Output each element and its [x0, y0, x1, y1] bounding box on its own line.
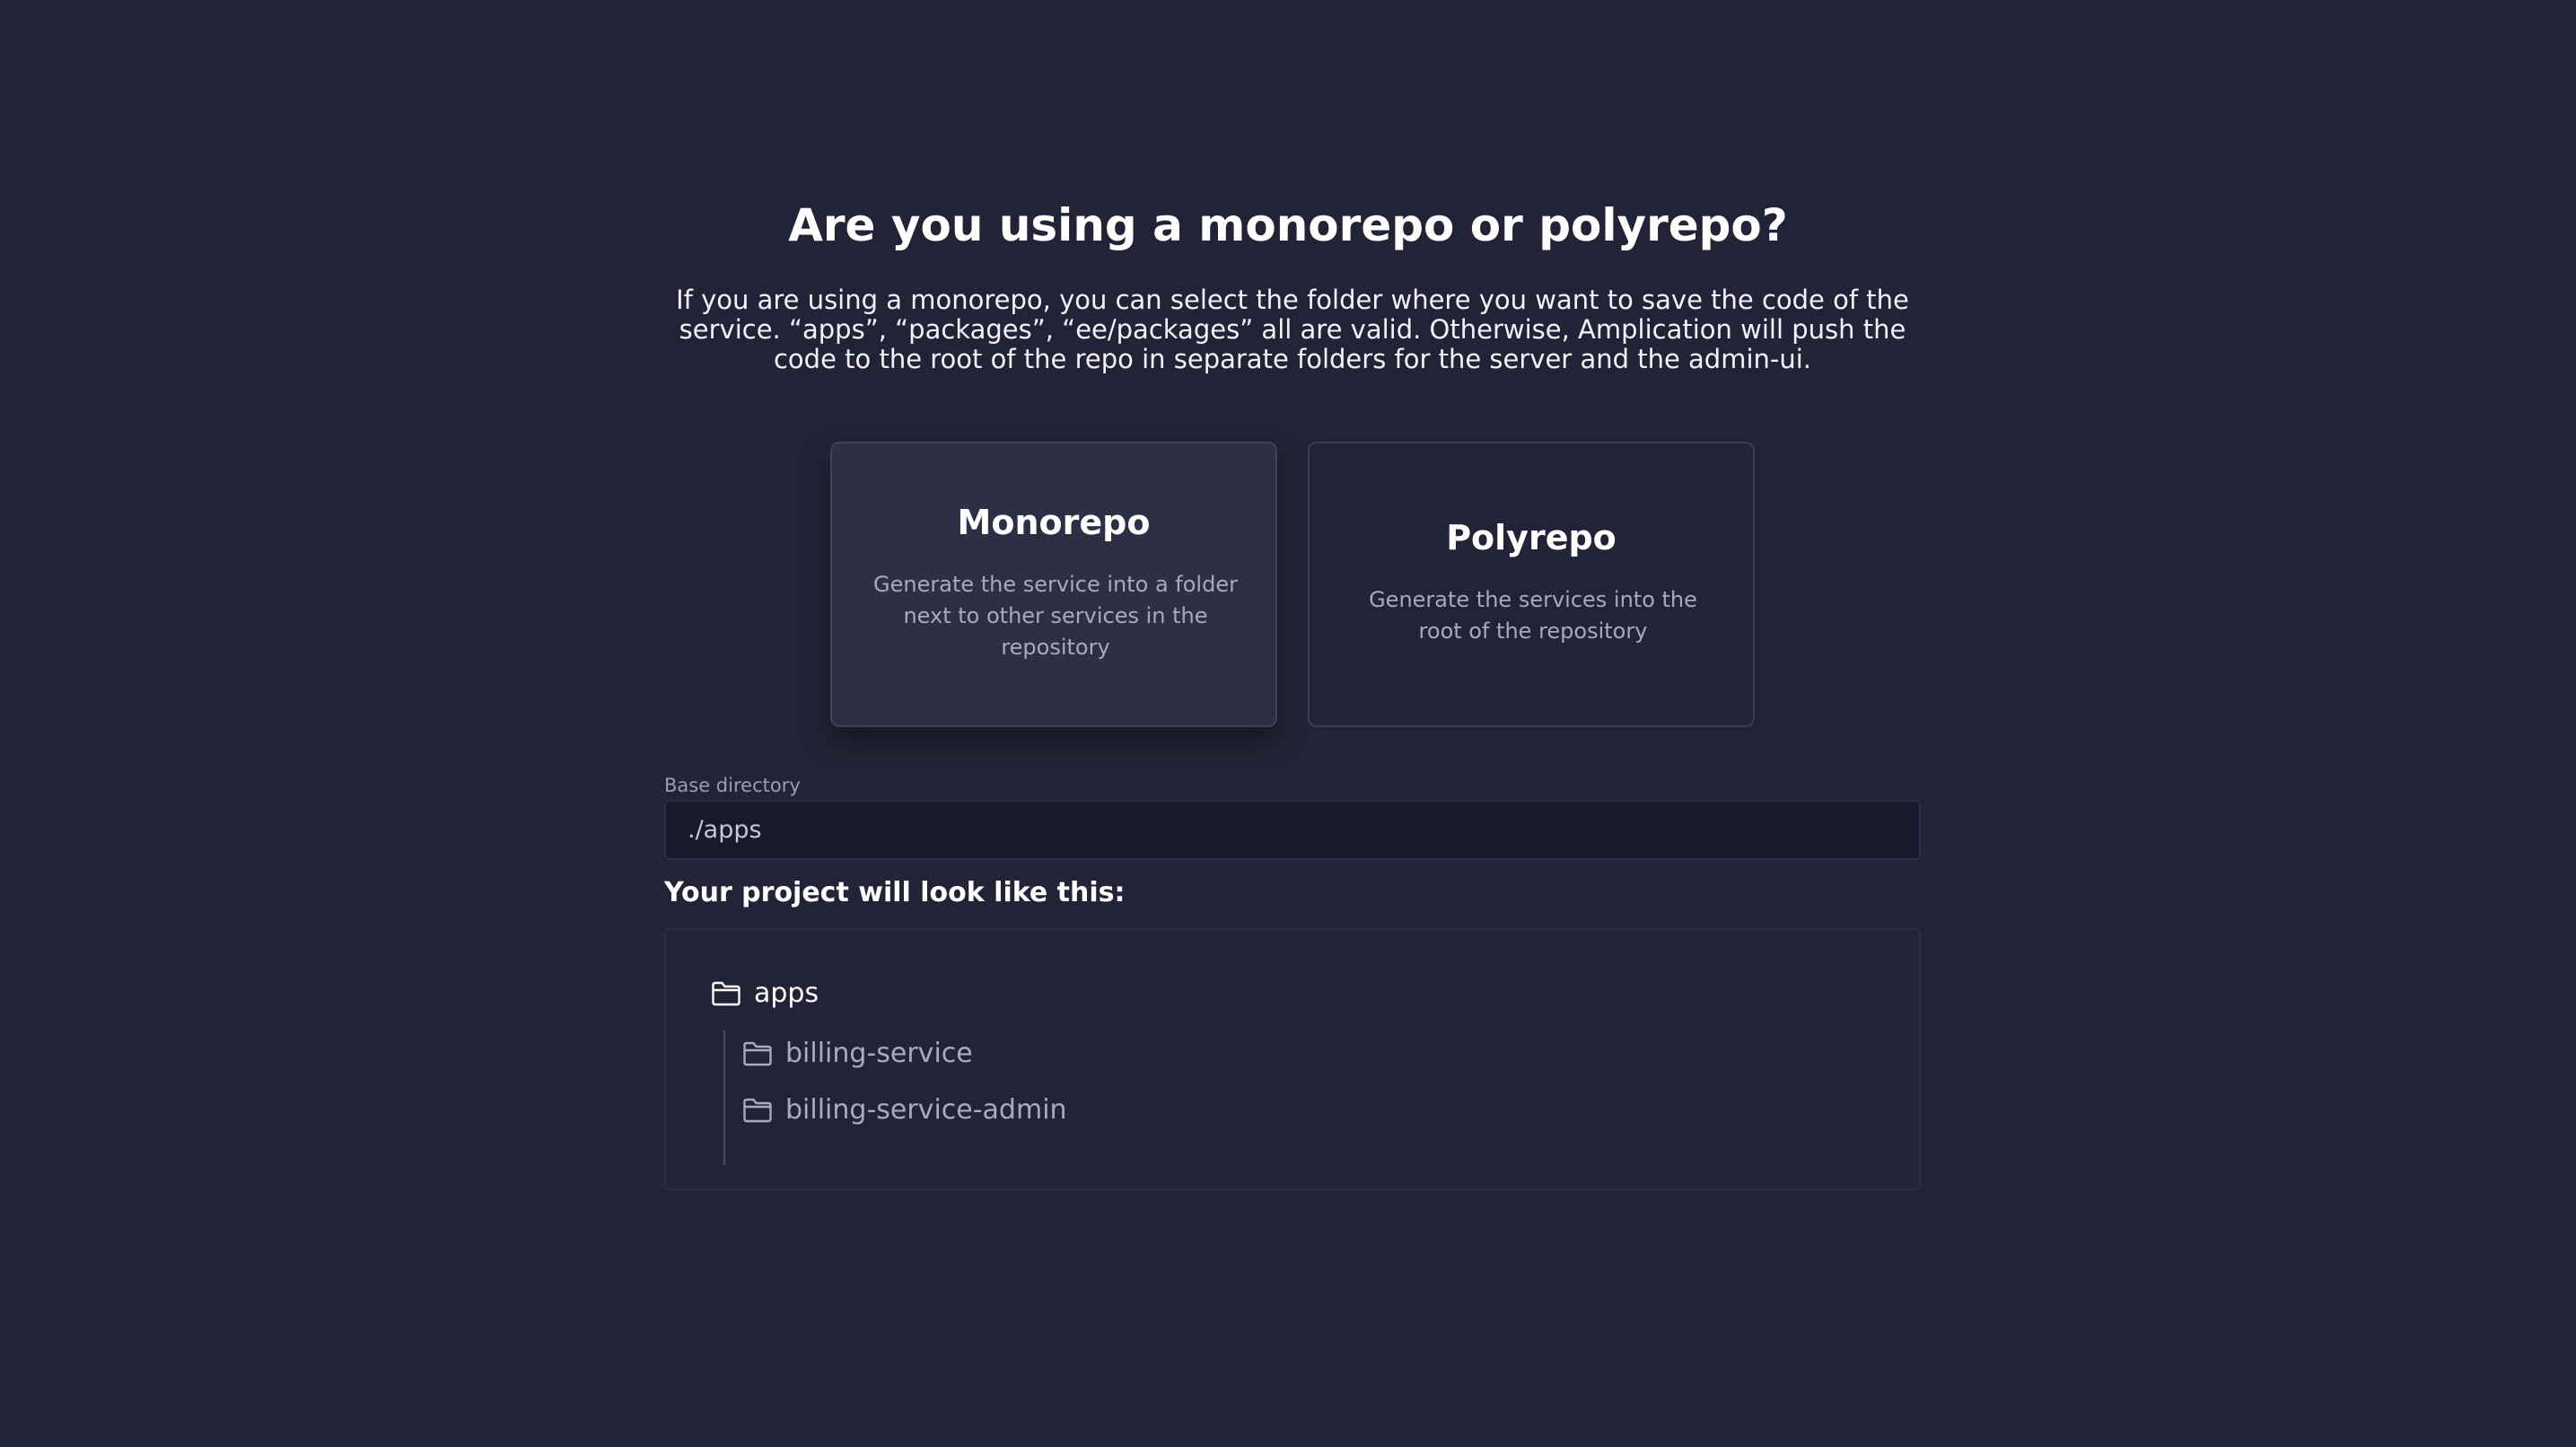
page: Are you using a monorepo or polyrepo? If… [0, 0, 2576, 1447]
tree-child-folder: billing-service-admin [742, 1091, 1067, 1130]
tree-child-folder: billing-service [742, 1034, 973, 1074]
tree-root-folder-name: apps [754, 978, 819, 1009]
project-structure-preview: apps billing-service billing-service-adm… [664, 928, 1921, 1190]
page-title: Are you using a monorepo or polyrepo? [788, 199, 1788, 251]
page-description: If you are using a monorepo, you can sel… [676, 285, 1909, 374]
monorepo-option-title: Monorepo [957, 503, 1151, 542]
base-directory-label: Base directory [664, 775, 801, 796]
folder-icon [742, 1040, 773, 1067]
tree-root-folder: apps [711, 974, 819, 1013]
polyrepo-option-title: Polyrepo [1446, 518, 1617, 557]
monorepo-option-card[interactable]: Monorepo Generate the service into a fol… [830, 442, 1277, 727]
polyrepo-option-card[interactable]: Polyrepo Generate the services into the … [1308, 442, 1755, 727]
tree-child-folder-name: billing-service-admin [785, 1094, 1067, 1126]
tree-connector-line [723, 1030, 725, 1165]
tree-child-folder-name: billing-service [785, 1038, 973, 1069]
folder-icon [711, 980, 741, 1007]
monorepo-option-description: Generate the service into a folder next … [873, 572, 1238, 660]
preview-heading: Your project will look like this: [664, 877, 1126, 908]
folder-icon [742, 1097, 773, 1124]
base-directory-input[interactable] [664, 800, 1921, 860]
polyrepo-option-description: Generate the services into the root of t… [1369, 587, 1697, 644]
